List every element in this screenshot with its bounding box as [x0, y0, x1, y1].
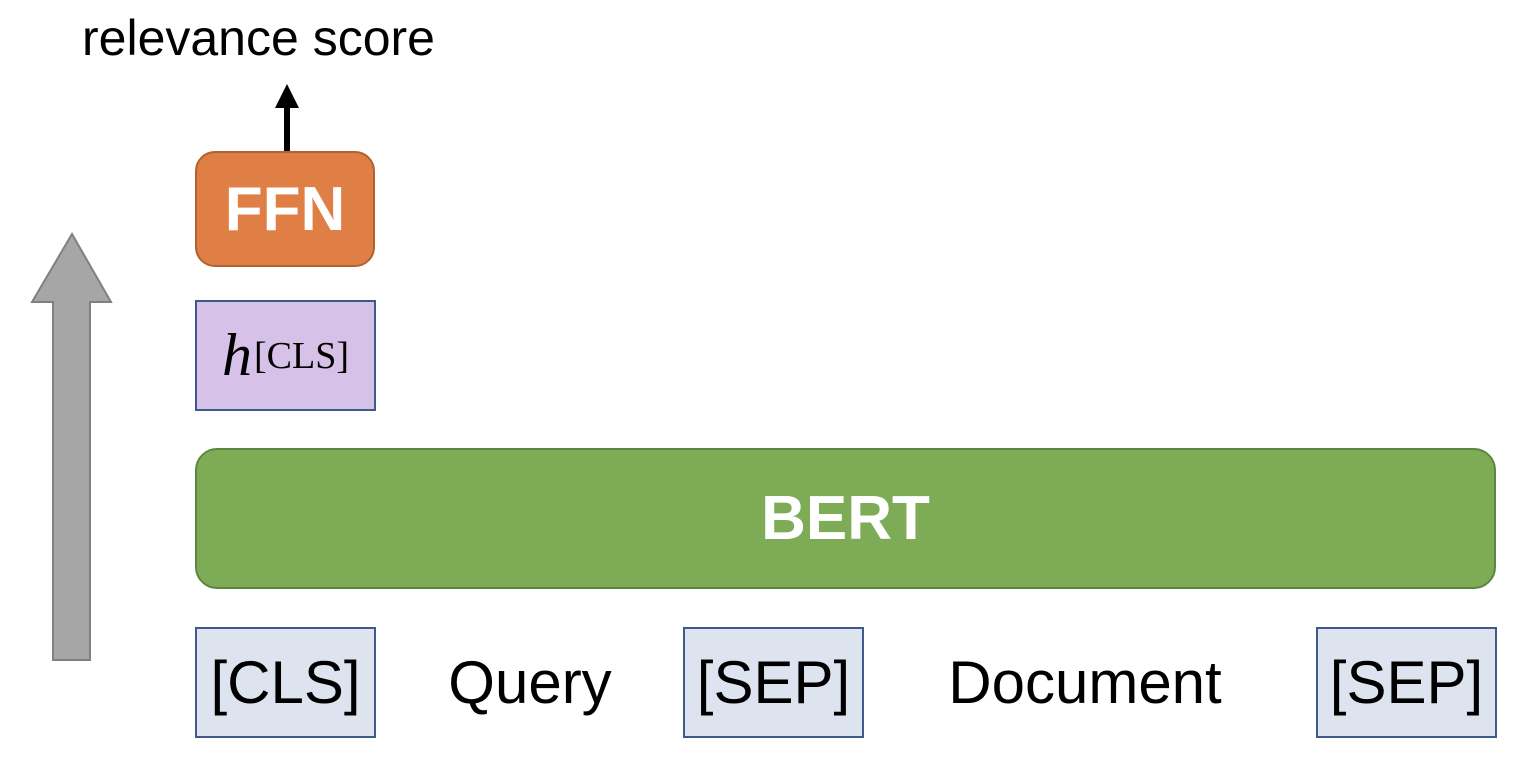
ffn-label: FFN [224, 174, 346, 244]
relevance-score-label: relevance score [82, 10, 435, 66]
token-document-label: Document [948, 649, 1222, 716]
output-arrow [275, 84, 299, 152]
hidden-state-symbol: h [222, 322, 252, 388]
bert-encoder-block: BERT [195, 448, 1496, 589]
token-query-label: Query [448, 649, 612, 716]
flow-up-arrow-icon [30, 232, 113, 661]
token-document: Document [880, 627, 1290, 738]
bert-label: BERT [761, 484, 930, 553]
token-cls-label: [CLS] [210, 649, 361, 716]
token-sep-2: [SEP] [1316, 627, 1497, 738]
token-sep-2-label: [SEP] [1329, 649, 1484, 716]
hidden-state-subscript: [CLS] [254, 334, 349, 377]
token-sep-1: [SEP] [683, 627, 864, 738]
cls-hidden-state-block: h [CLS] [195, 300, 376, 411]
token-query: Query [400, 627, 660, 738]
token-sep-1-label: [SEP] [696, 649, 851, 716]
ffn-block: FFN [195, 151, 375, 267]
token-cls: [CLS] [195, 627, 376, 738]
